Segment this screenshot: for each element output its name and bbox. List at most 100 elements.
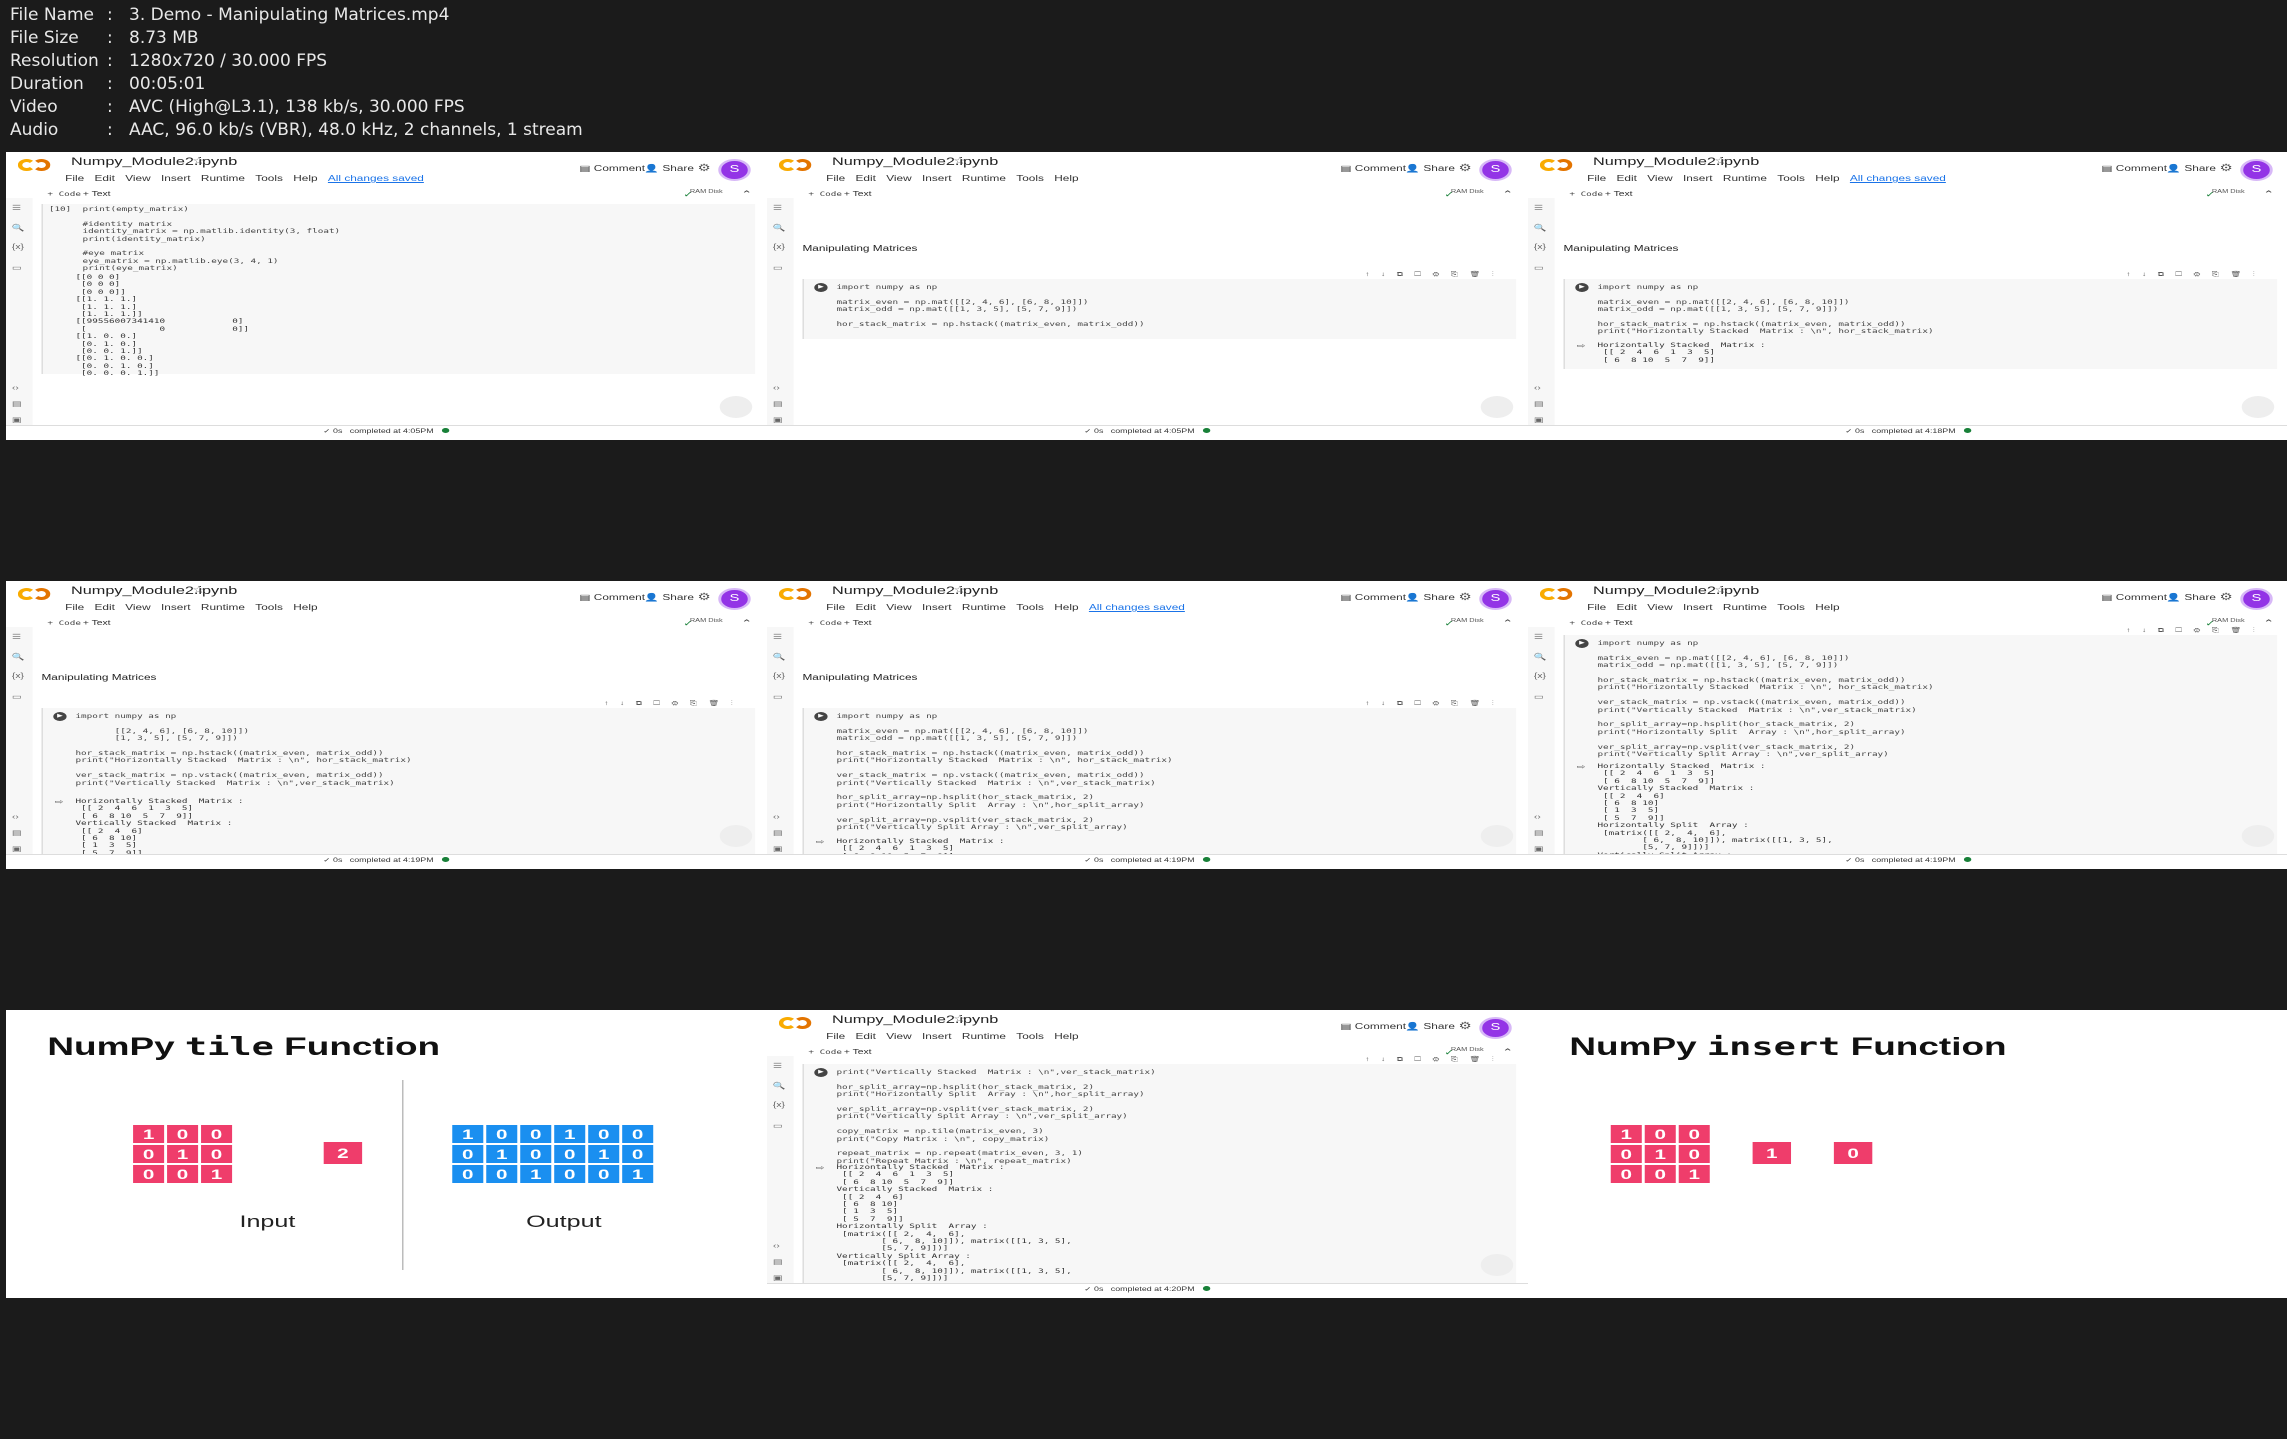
variables-icon[interactable]: {x} <box>773 673 785 680</box>
menu-item[interactable]: Help <box>1815 174 1839 183</box>
colab-logo-icon[interactable] <box>1539 588 1578 602</box>
add-text-button[interactable]: + Text <box>83 620 111 627</box>
share-button[interactable]: 👤 Share <box>644 164 694 173</box>
colab-logo-icon[interactable] <box>778 1017 817 1031</box>
cell-code[interactable]: import numpy as np matrix_even = np.mat(… <box>836 284 1144 328</box>
share-button[interactable]: 👤 Share <box>1405 164 1455 173</box>
cell-code[interactable]: import numpy as np [[2, 4, 6], [6, 8, 10… <box>75 713 411 787</box>
menu-item[interactable]: Insert <box>922 603 952 612</box>
variables-icon[interactable]: {x} <box>1534 673 1546 680</box>
command-palette-icon[interactable]: ▤ <box>773 1258 783 1266</box>
add-code-button[interactable]: + Code <box>808 191 842 198</box>
comment-button[interactable]: ▤ Comment <box>2101 593 2167 602</box>
colab-logo-icon[interactable] <box>17 588 56 602</box>
menu-item[interactable]: Runtime <box>201 174 245 183</box>
star-icon[interactable]: ☆ <box>1714 156 1727 167</box>
add-code-button[interactable]: + Code <box>808 620 842 627</box>
run-cell-icon[interactable]: ▶ <box>814 1068 828 1077</box>
variables-icon[interactable]: {x} <box>12 673 24 680</box>
run-cell-icon[interactable]: ▶ <box>814 712 828 721</box>
share-button[interactable]: 👤 Share <box>2166 164 2216 173</box>
add-text-button[interactable]: + Text <box>83 191 111 198</box>
output-icon[interactable]: ⇨ <box>55 798 64 806</box>
menu-item[interactable]: Insert <box>161 603 191 612</box>
command-palette-icon[interactable]: ▤ <box>12 400 22 408</box>
cell-toolbar[interactable]: ↑ ↓ ⧉ ☐ ⚙ ⎘ 🗑 ⋮ <box>1365 700 1498 708</box>
terminal-icon[interactable]: ▣ <box>773 416 783 424</box>
folder-icon[interactable]: ▭ <box>1534 693 1544 701</box>
search-icon[interactable]: 🔍 <box>12 224 25 232</box>
add-text-button[interactable]: + Text <box>844 1049 872 1056</box>
menu-item[interactable]: File <box>65 603 84 612</box>
comment-button[interactable]: ▤ Comment <box>1340 593 1406 602</box>
chevron-up-icon[interactable]: ⌃ <box>741 618 752 629</box>
comment-button[interactable]: ▤ Comment <box>2101 164 2167 173</box>
menu-item[interactable]: View <box>1647 603 1672 612</box>
code-cell[interactable]: ▶ ↑ ↓ ⧉ ☐ ⚙ ⎘ 🗑 ⋮ import numpy as np mat… <box>1563 272 2278 369</box>
notebook-title[interactable]: Numpy_Module2.ipynb <box>71 585 237 597</box>
gear-icon[interactable]: ⚙ <box>1459 1021 1472 1032</box>
share-button[interactable]: 👤 Share <box>644 593 694 602</box>
toc-icon[interactable]: ☰ <box>773 204 782 212</box>
saved-status-link[interactable]: All changes saved <box>328 174 424 183</box>
ram-disk-indicator[interactable]: RAM Disk <box>2212 618 2245 624</box>
gear-icon[interactable]: ⚙ <box>2220 592 2233 603</box>
menu-item[interactable]: Runtime <box>1723 174 1767 183</box>
chevron-up-icon[interactable]: ⌃ <box>2263 189 2274 200</box>
add-code-button[interactable]: + Code <box>47 191 81 198</box>
scroll-fab-button[interactable] <box>2241 396 2275 418</box>
menu-item[interactable]: File <box>826 1032 845 1041</box>
menu-item[interactable]: View <box>125 174 150 183</box>
menu-item[interactable]: Runtime <box>962 603 1006 612</box>
chevron-up-icon[interactable]: ⌃ <box>741 189 752 200</box>
menu-item[interactable]: Insert <box>922 174 952 183</box>
ram-disk-indicator[interactable]: RAM Disk <box>1451 189 1484 195</box>
terminal-icon[interactable]: ▣ <box>12 845 22 853</box>
search-icon[interactable]: 🔍 <box>12 653 25 661</box>
cell-code[interactable]: import numpy as np matrix_even = np.mat(… <box>1597 640 1933 759</box>
variables-icon[interactable]: {x} <box>773 244 785 251</box>
code-cell[interactable]: ▶ ↑ ↓ ⧉ ☐ ⚙ ⎘ 🗑 ⋮ import numpy as np mat… <box>802 701 1517 869</box>
folder-icon[interactable]: ▭ <box>1534 264 1544 272</box>
menu-item[interactable]: Help <box>1815 603 1839 612</box>
menu-item[interactable]: Tools <box>1777 603 1805 612</box>
comment-button[interactable]: ▤ Comment <box>1340 1022 1406 1031</box>
menu-item[interactable]: Insert <box>1683 174 1713 183</box>
command-palette-icon[interactable]: ▤ <box>12 829 22 837</box>
share-button[interactable]: 👤 Share <box>1405 1022 1455 1031</box>
code-snippets-icon[interactable]: ‹› <box>773 814 780 821</box>
code-snippets-icon[interactable]: ‹› <box>1534 814 1541 821</box>
chevron-up-icon[interactable]: ⌃ <box>2263 618 2274 629</box>
avatar[interactable]: S <box>718 588 751 610</box>
scroll-fab-button[interactable] <box>719 825 753 847</box>
menu-item[interactable]: View <box>886 174 911 183</box>
cell-toolbar[interactable]: ↑ ↓ ⧉ ☐ ⚙ ⎘ 🗑 ⋮ <box>604 700 737 708</box>
scroll-fab-button[interactable] <box>719 396 753 418</box>
search-icon[interactable]: 🔍 <box>773 653 786 661</box>
run-cell-icon[interactable]: ▶ <box>1575 283 1589 292</box>
gear-icon[interactable]: ⚙ <box>698 592 711 603</box>
terminal-icon[interactable]: ▣ <box>12 416 22 424</box>
scroll-fab-button[interactable] <box>1480 396 1514 418</box>
menu-item[interactable]: Insert <box>1683 603 1713 612</box>
toc-icon[interactable]: ☰ <box>773 633 782 641</box>
output-icon[interactable]: ⇨ <box>1577 342 1586 350</box>
cell-toolbar[interactable]: ↑ ↓ ⧉ ☐ ⚙ ⎘ 🗑 ⋮ <box>1365 1056 1498 1064</box>
folder-icon[interactable]: ▭ <box>773 1122 783 1130</box>
scroll-fab-button[interactable] <box>2241 825 2275 847</box>
menu-item[interactable]: Tools <box>1016 174 1044 183</box>
menu-item[interactable]: View <box>1647 174 1672 183</box>
ram-disk-indicator[interactable]: RAM Disk <box>690 189 723 195</box>
notebook-title[interactable]: Numpy_Module2.ipynb <box>1593 585 1759 597</box>
saved-status-link[interactable]: All changes saved <box>1850 174 1946 183</box>
cell-toolbar[interactable]: ↑ ↓ ⧉ ☐ ⚙ ⎘ 🗑 ⋮ <box>2126 627 2259 635</box>
comment-button[interactable]: ▤ Comment <box>1340 164 1406 173</box>
terminal-icon[interactable]: ▣ <box>773 1274 783 1282</box>
code-snippets-icon[interactable]: ‹› <box>773 1243 780 1250</box>
command-palette-icon[interactable]: ▤ <box>773 829 783 837</box>
notebook-title[interactable]: Numpy_Module2.ipynb <box>832 156 998 168</box>
avatar[interactable]: S <box>2240 588 2273 610</box>
cell-toolbar[interactable]: ↑ ↓ ⧉ ☐ ⚙ ⎘ 🗑 ⋮ <box>2126 271 2259 279</box>
comment-button[interactable]: ▤ Comment <box>579 593 645 602</box>
gear-icon[interactable]: ⚙ <box>1459 592 1472 603</box>
